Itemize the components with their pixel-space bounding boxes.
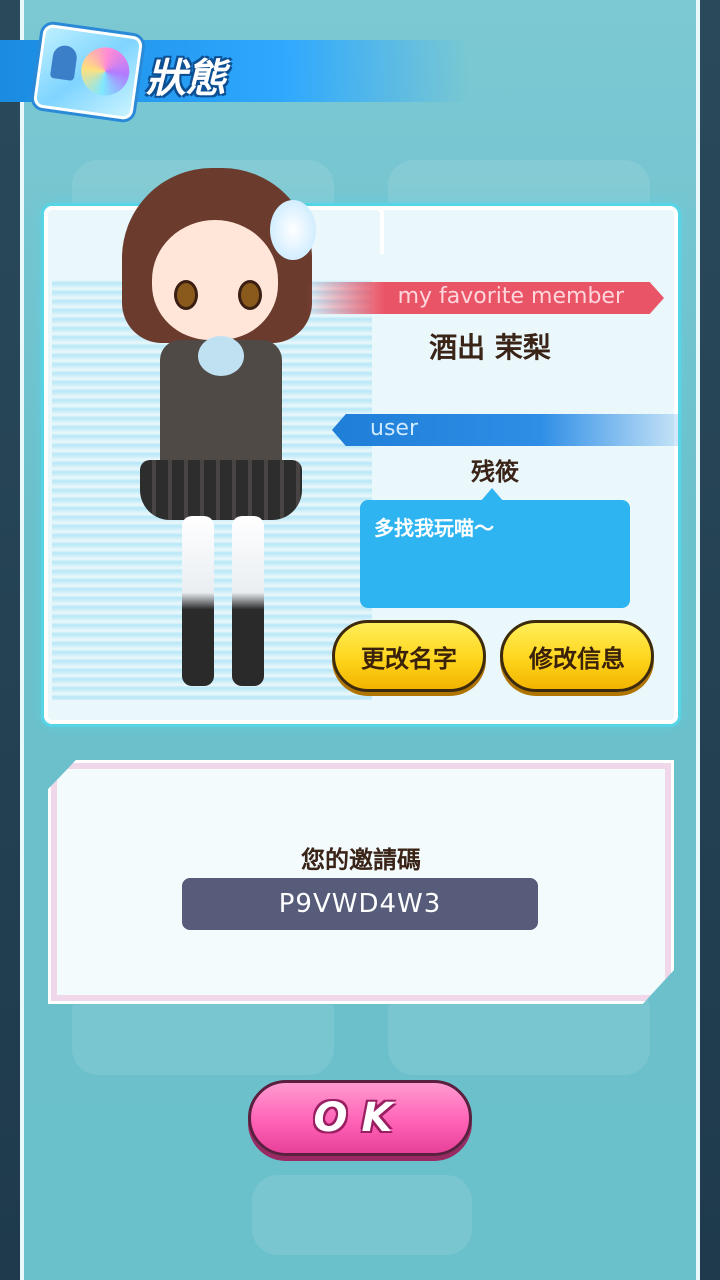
background-tile <box>252 1175 472 1255</box>
character-leg <box>232 516 264 686</box>
comment-bubble: 多找我玩喵～ <box>360 500 630 608</box>
page-title: 狀態 <box>146 56 226 102</box>
character-skirt <box>140 460 302 520</box>
user-label: user <box>370 416 418 441</box>
rename-button[interactable]: 更改名字 <box>332 620 486 692</box>
character-eye <box>238 280 262 310</box>
character-brooch <box>198 336 244 376</box>
favorite-member-name: 酒出 茉梨 <box>429 331 551 364</box>
invite-code-title: 您的邀請碼 <box>301 846 421 874</box>
person-icon <box>49 44 79 82</box>
invite-code-field[interactable]: P9VWD4W3 <box>182 878 538 930</box>
favorite-member-label: my favorite member <box>397 284 624 309</box>
ok-button[interactable]: OK <box>248 1080 472 1156</box>
hair-flower-icon <box>270 200 316 260</box>
user-name: 残筱 <box>471 458 519 486</box>
character-avatar[interactable] <box>110 160 330 700</box>
profile-card-icon <box>32 23 144 121</box>
gem-icon <box>78 44 133 99</box>
character-leg <box>182 516 214 686</box>
character-eye <box>174 280 198 310</box>
edit-info-button[interactable]: 修改信息 <box>500 620 654 692</box>
character-face <box>152 220 278 340</box>
